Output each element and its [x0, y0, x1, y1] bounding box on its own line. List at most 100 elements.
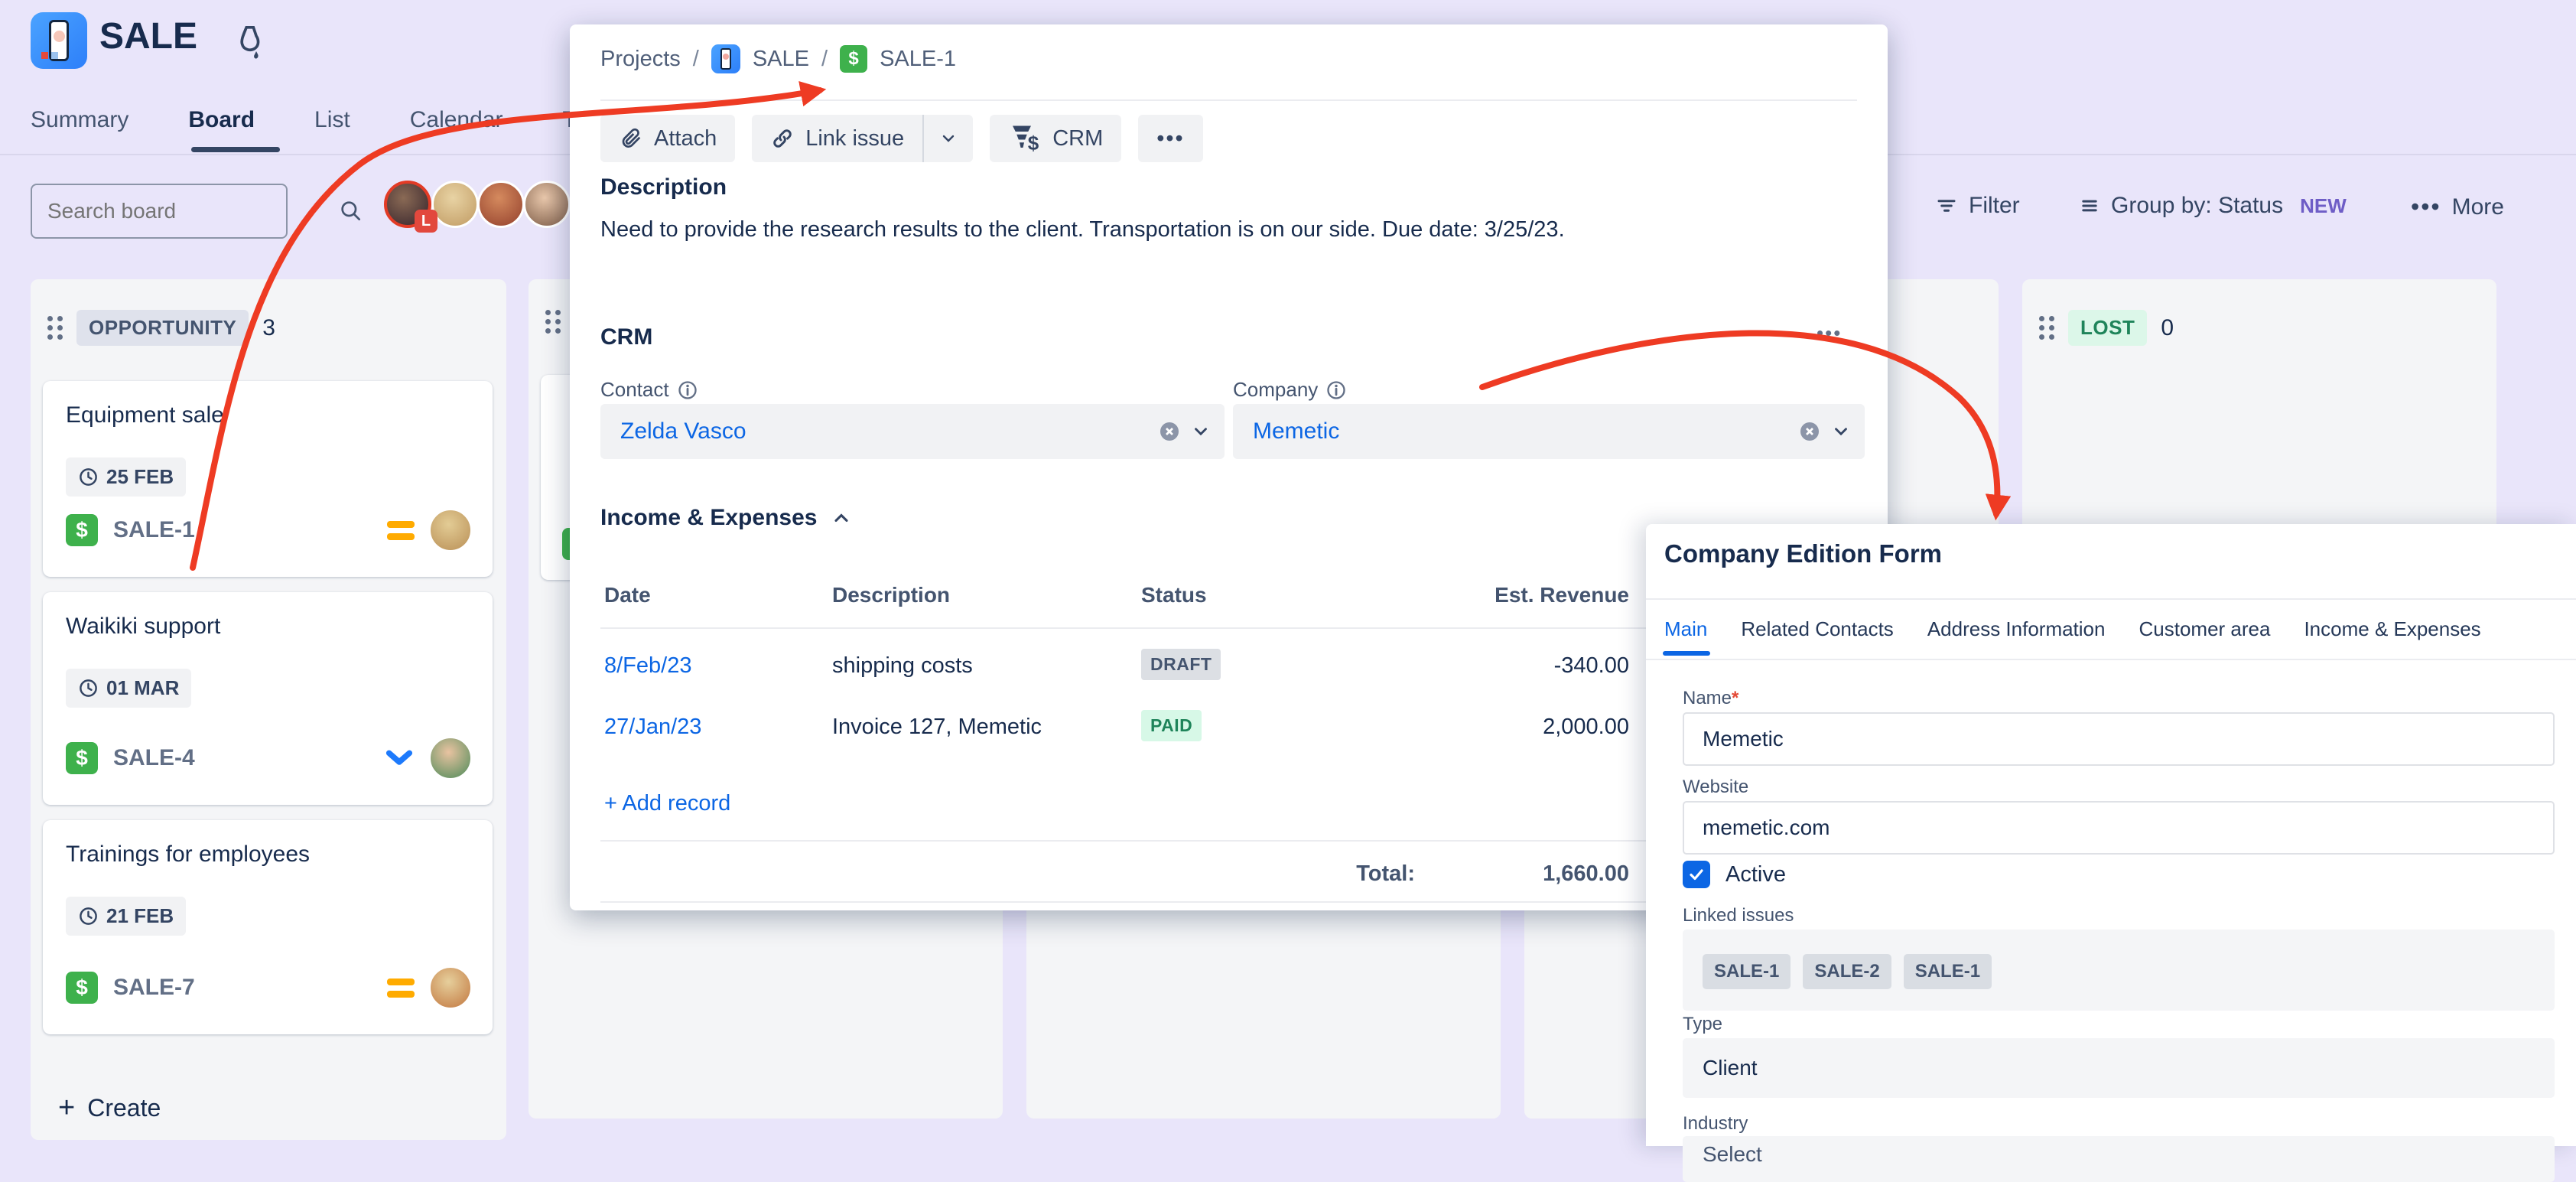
- form-tab-customer-area[interactable]: Customer area: [2139, 617, 2270, 641]
- name-label: Name: [1683, 688, 1732, 708]
- drag-handle-icon[interactable]: [47, 316, 63, 340]
- company-label: Company: [1233, 378, 1318, 402]
- description-heading: Description: [600, 174, 727, 200]
- linked-issues-field[interactable]: SALE-1 SALE-2 SALE-1: [1683, 930, 2555, 1011]
- tab-summary[interactable]: Summary: [31, 107, 128, 133]
- issue-type-icon: $: [66, 742, 98, 774]
- assignee-avatar[interactable]: [428, 508, 473, 552]
- name-field[interactable]: [1683, 712, 2555, 766]
- card-sale-4[interactable]: Waikiki support 01 MAR $ SALE-4: [43, 592, 493, 805]
- group-by-icon: [2079, 195, 2100, 217]
- issue-type-icon: $: [66, 972, 98, 1004]
- attach-button[interactable]: Attach: [600, 115, 735, 162]
- paperclip-icon: [619, 126, 643, 151]
- company-select[interactable]: Memetic: [1233, 404, 1865, 459]
- chevron-down-icon[interactable]: [1182, 422, 1225, 441]
- avatar-badge: L: [415, 210, 437, 233]
- form-tab-main[interactable]: Main: [1664, 617, 1707, 641]
- avatar[interactable]: [477, 181, 525, 228]
- avatar[interactable]: [523, 181, 571, 228]
- clear-icon[interactable]: [1157, 419, 1182, 444]
- issue-key: SALE-7: [113, 975, 195, 1001]
- linked-issue-chip[interactable]: SALE-1: [1904, 954, 1992, 989]
- avatar[interactable]: [431, 181, 479, 228]
- assignee-avatar[interactable]: [428, 736, 473, 780]
- drag-handle-icon[interactable]: [2039, 316, 2054, 340]
- industry-label: Industry: [1683, 1113, 1748, 1135]
- paint-drop-icon[interactable]: [231, 24, 265, 61]
- required-asterisk: *: [1732, 688, 1738, 708]
- plus-icon: +: [58, 1092, 75, 1125]
- crm-funnel-icon: $: [1008, 123, 1036, 154]
- card-sale-1[interactable]: Equipment sale 25 FEB $ SALE-1: [43, 381, 493, 577]
- linked-issue-chip[interactable]: SALE-2: [1803, 954, 1891, 989]
- description-text: Need to provide the research results to …: [600, 217, 1839, 243]
- column-count: 0: [2161, 315, 2174, 341]
- website-field[interactable]: [1683, 801, 2555, 855]
- tab-calendar[interactable]: Calendar: [410, 107, 503, 133]
- form-tab-address-information[interactable]: Address Information: [1927, 617, 2106, 641]
- clock-icon: [78, 678, 99, 698]
- col-header-revenue: Est. Revenue: [1400, 583, 1629, 607]
- due-date-chip: 25 FEB: [66, 457, 186, 497]
- active-tab-underline: [191, 147, 280, 152]
- column-label: LOST: [2068, 310, 2147, 346]
- filter-button[interactable]: Filter: [1935, 193, 2020, 219]
- status-badge: DRAFT: [1141, 649, 1221, 680]
- assignee-avatar[interactable]: [428, 965, 473, 1010]
- column-label: OPPORTUNITY: [76, 310, 249, 346]
- add-record-link[interactable]: + Add record: [604, 791, 730, 816]
- record-description: Invoice 127, Memetic: [832, 715, 1042, 740]
- priority-low-icon: [384, 747, 415, 769]
- issue-key: SALE-1: [113, 517, 195, 543]
- group-by-button[interactable]: Group by: Status NEW: [2079, 193, 2347, 219]
- breadcrumb-project[interactable]: SALE: [753, 47, 809, 72]
- search-icon: [339, 199, 377, 223]
- priority-medium-icon: [387, 978, 415, 998]
- due-date-chip: 01 MAR: [66, 669, 191, 708]
- link-issue-button[interactable]: Link issue: [752, 115, 924, 162]
- search-input[interactable]: [32, 199, 339, 223]
- breadcrumb-projects[interactable]: Projects: [600, 47, 681, 72]
- column-count: 3: [262, 315, 275, 341]
- record-date-link[interactable]: 27/Jan/23: [604, 715, 701, 740]
- contact-select[interactable]: Zelda Vasco: [600, 404, 1225, 459]
- tab-board[interactable]: Board: [188, 107, 255, 133]
- avatar-group: L: [384, 181, 583, 239]
- chevron-down-icon[interactable]: [1822, 422, 1865, 441]
- form-tab-income-expenses[interactable]: Income & Expenses: [2304, 617, 2480, 641]
- due-date-chip: 21 FEB: [66, 897, 186, 936]
- record-revenue: -340.00: [1400, 653, 1629, 679]
- clear-icon[interactable]: [1797, 419, 1822, 444]
- crm-section-more[interactable]: •••: [1817, 321, 1842, 345]
- info-icon[interactable]: [677, 379, 698, 401]
- type-select[interactable]: Client: [1683, 1038, 2555, 1098]
- col-header-status: Status: [1141, 583, 1207, 607]
- info-icon[interactable]: [1325, 379, 1347, 401]
- chevron-up-icon[interactable]: [831, 507, 852, 529]
- linked-issue-chip[interactable]: SALE-1: [1703, 954, 1791, 989]
- breadcrumb: Projects / SALE / $ SALE-1: [600, 44, 956, 73]
- record-description: shipping costs: [832, 653, 973, 679]
- priority-medium-icon: [387, 521, 415, 540]
- project-logo: [31, 12, 87, 69]
- tab-list[interactable]: List: [314, 107, 350, 133]
- record-revenue: 2,000.00: [1400, 715, 1629, 740]
- crm-section-heading: CRM: [600, 324, 652, 350]
- filter-icon: [1935, 194, 1958, 217]
- industry-select[interactable]: Select: [1683, 1136, 2555, 1182]
- crm-button[interactable]: $ CRM: [990, 115, 1121, 162]
- chevron-down-icon: [939, 129, 958, 148]
- more-actions-button[interactable]: •••: [1138, 115, 1202, 162]
- issue-type-icon: $: [66, 514, 98, 546]
- breadcrumb-issue[interactable]: SALE-1: [880, 47, 956, 72]
- more-button[interactable]: ••• More: [2411, 193, 2504, 221]
- create-button[interactable]: + Create: [58, 1092, 161, 1125]
- link-issue-dropdown[interactable]: [924, 115, 973, 162]
- website-label: Website: [1683, 777, 1748, 798]
- record-date-link[interactable]: 8/Feb/23: [604, 653, 691, 679]
- active-checkbox[interactable]: [1683, 861, 1710, 888]
- drag-handle-icon[interactable]: [545, 310, 561, 334]
- form-tab-related-contacts[interactable]: Related Contacts: [1741, 617, 1893, 641]
- card-sale-7[interactable]: Trainings for employees 21 FEB $ SALE-7: [43, 820, 493, 1034]
